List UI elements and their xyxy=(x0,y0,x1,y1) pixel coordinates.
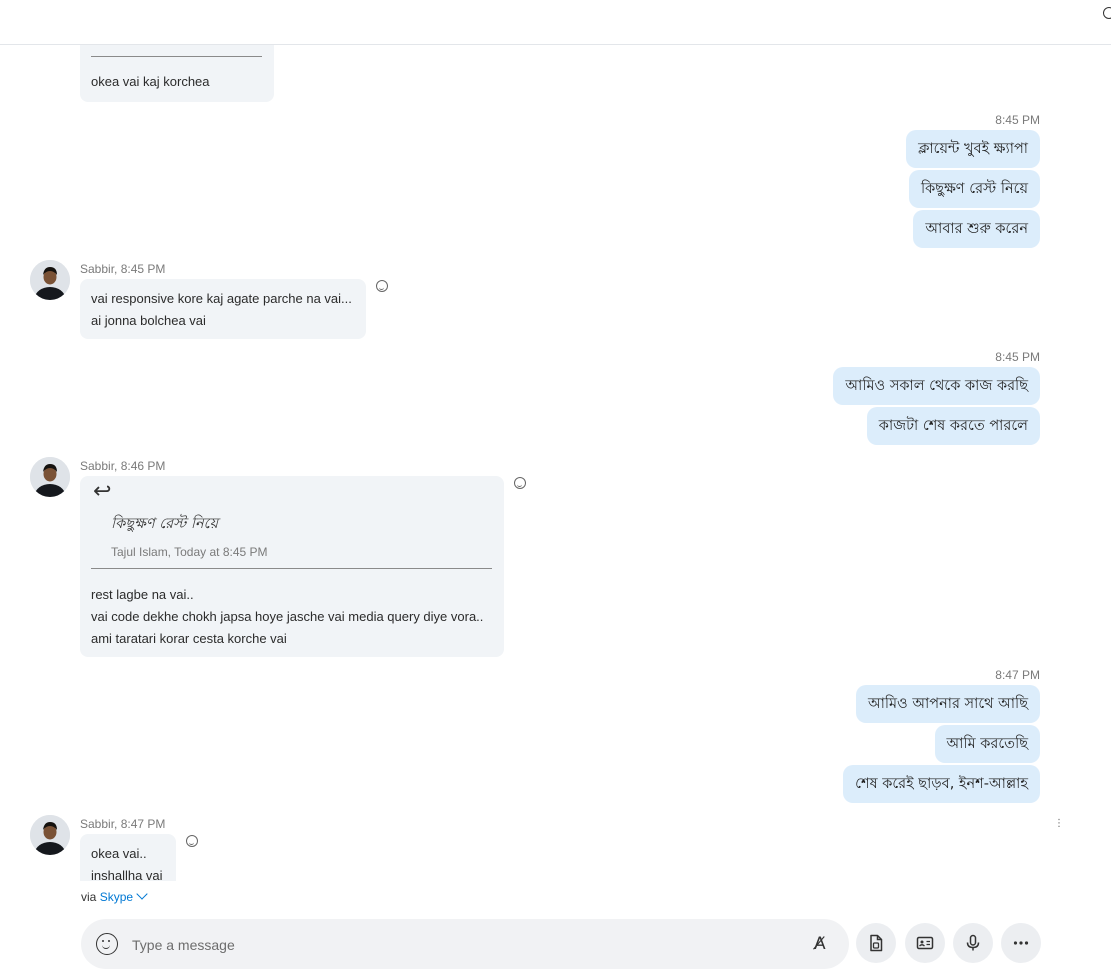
message-bubble-outgoing[interactable]: আমিও আপনার সাথে আছি xyxy=(855,685,1040,723)
reaction-icon[interactable] xyxy=(186,835,198,847)
chevron-down-icon xyxy=(136,888,148,900)
message-bubble-incoming[interactable]: okea vai kaj korchea xyxy=(80,45,274,102)
message-body: rest lagbe na vai.. vai code dekhe chokh… xyxy=(91,584,483,650)
via-skype-label[interactable]: via Skype xyxy=(81,888,148,904)
reaction-icon[interactable] xyxy=(376,280,388,292)
quoted-message-meta: Tajul Islam, Today at 8:45 PM xyxy=(111,545,268,559)
quote-divider xyxy=(91,56,262,57)
message-text: inshallha vai xyxy=(91,868,163,881)
emoji-icon[interactable] xyxy=(96,933,118,955)
message-text: vai responsive kore kaj agate parche na … xyxy=(91,291,352,306)
share-file-button[interactable] xyxy=(856,923,896,963)
conversation-pane[interactable]: okea vai kaj korchea 8:45 PM ক্লায়েন্ট … xyxy=(0,45,1111,881)
file-icon xyxy=(870,934,883,952)
message-bubble-outgoing[interactable]: আমি করতেছি xyxy=(934,725,1040,763)
message-timestamp: 8:45 PM xyxy=(995,350,1040,364)
quoted-message-text: কিছুক্ষণ রেস্ট নিয়ে xyxy=(111,516,219,532)
via-prefix: via xyxy=(81,890,97,904)
message-more-icon[interactable]: ⋮ xyxy=(1054,819,1064,829)
message-text: ai jonna bolchea vai xyxy=(91,313,206,328)
message-text: rest lagbe na vai.. xyxy=(91,587,194,602)
avatar[interactable] xyxy=(30,457,70,497)
message-bubble-outgoing[interactable]: ক্লায়েন্ট খুবই ক্ষ্যাপা xyxy=(906,130,1040,168)
message-text: ami taratari korar cesta korche vai xyxy=(91,631,287,646)
microphone-icon xyxy=(966,934,980,951)
message-text: vai code dekhe chokh japsa hoye jasche v… xyxy=(91,609,484,624)
message-text: okea vai kaj korchea xyxy=(91,74,210,89)
message-bubble-outgoing[interactable]: শেষ করেই ছাড়ব, ইনশ-আল্লাহ xyxy=(843,765,1040,803)
share-contact-button[interactable] xyxy=(905,923,945,963)
via-brand: Skype xyxy=(99,890,134,904)
text-format-icon[interactable]: A̸ xyxy=(814,934,826,954)
reaction-icon[interactable] xyxy=(514,477,526,489)
message-bubble-incoming[interactable]: okea vai.. inshallha vai xyxy=(80,834,176,881)
more-options-button[interactable] xyxy=(1001,923,1041,963)
message-bubble-outgoing[interactable]: আমিও সকাল থেকে কাজ করছি xyxy=(833,367,1040,405)
sender-name-time: Sabbir, 8:45 PM xyxy=(80,262,166,276)
search-icon[interactable] xyxy=(1103,7,1111,19)
reply-arrow-icon: ↩ xyxy=(93,478,112,503)
quote-divider xyxy=(91,568,492,569)
message-bubble-incoming[interactable]: vai responsive kore kaj agate parche na … xyxy=(80,279,366,339)
message-timestamp: 8:45 PM xyxy=(995,113,1040,127)
message-bubble-outgoing[interactable]: কিছুক্ষণ রেস্ট নিয়ে xyxy=(908,170,1040,208)
message-text: okea vai.. xyxy=(91,846,147,861)
avatar[interactable] xyxy=(30,815,70,855)
contact-card-icon xyxy=(916,936,934,950)
record-audio-button[interactable] xyxy=(953,923,993,963)
message-bubble-incoming[interactable]: ↩ কিছুক্ষণ রেস্ট নিয়ে Tajul Islam, Toda… xyxy=(80,476,504,657)
message-bubble-outgoing[interactable]: আবার শুরু করেন xyxy=(913,210,1040,248)
message-bubble-outgoing[interactable]: কাজটা শেষ করতে পারলে xyxy=(866,407,1040,445)
avatar[interactable] xyxy=(30,260,70,300)
sender-name-time: Sabbir, 8:46 PM xyxy=(80,459,166,473)
message-composer: A̸ xyxy=(81,919,849,969)
chat-header xyxy=(0,0,1111,45)
more-icon xyxy=(1013,941,1029,945)
message-input[interactable] xyxy=(130,931,794,959)
sender-name-time: Sabbir, 8:47 PM xyxy=(80,817,166,831)
message-timestamp: 8:47 PM xyxy=(995,668,1040,682)
